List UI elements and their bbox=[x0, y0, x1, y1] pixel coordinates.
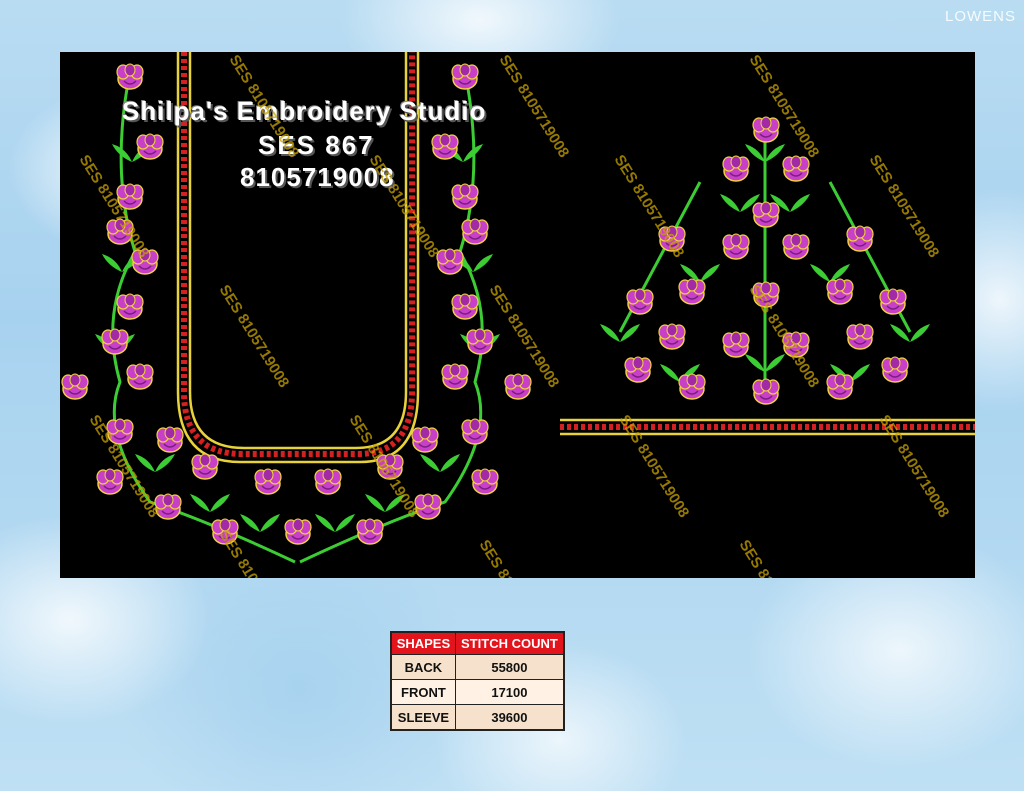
stitch-count-table: SHAPES STITCH COUNT BACK 55800 FRONT 171… bbox=[390, 631, 565, 731]
studio-title: Shilpa's Embroidery Studio bbox=[122, 96, 487, 126]
table-header: STITCH COUNT bbox=[454, 631, 565, 655]
embroidery-design-panel: Shilpa's Embroidery Studio SES 867 81057… bbox=[60, 52, 975, 578]
table-row: FRONT 17100 bbox=[390, 679, 565, 705]
count-cell: 55800 bbox=[454, 654, 565, 680]
shape-cell: SLEEVE bbox=[390, 704, 456, 731]
shape-cell: BACK bbox=[390, 654, 456, 680]
table-row: BACK 55800 bbox=[390, 654, 565, 680]
count-cell: 17100 bbox=[454, 679, 565, 705]
table-row: SLEEVE 39600 bbox=[390, 704, 565, 731]
table-header: SHAPES bbox=[390, 631, 456, 655]
count-cell: 39600 bbox=[454, 704, 565, 731]
shape-cell: FRONT bbox=[390, 679, 456, 705]
table-header-row: SHAPES STITCH COUNT bbox=[390, 631, 565, 655]
corner-watermark: LOWENS bbox=[944, 8, 1016, 25]
